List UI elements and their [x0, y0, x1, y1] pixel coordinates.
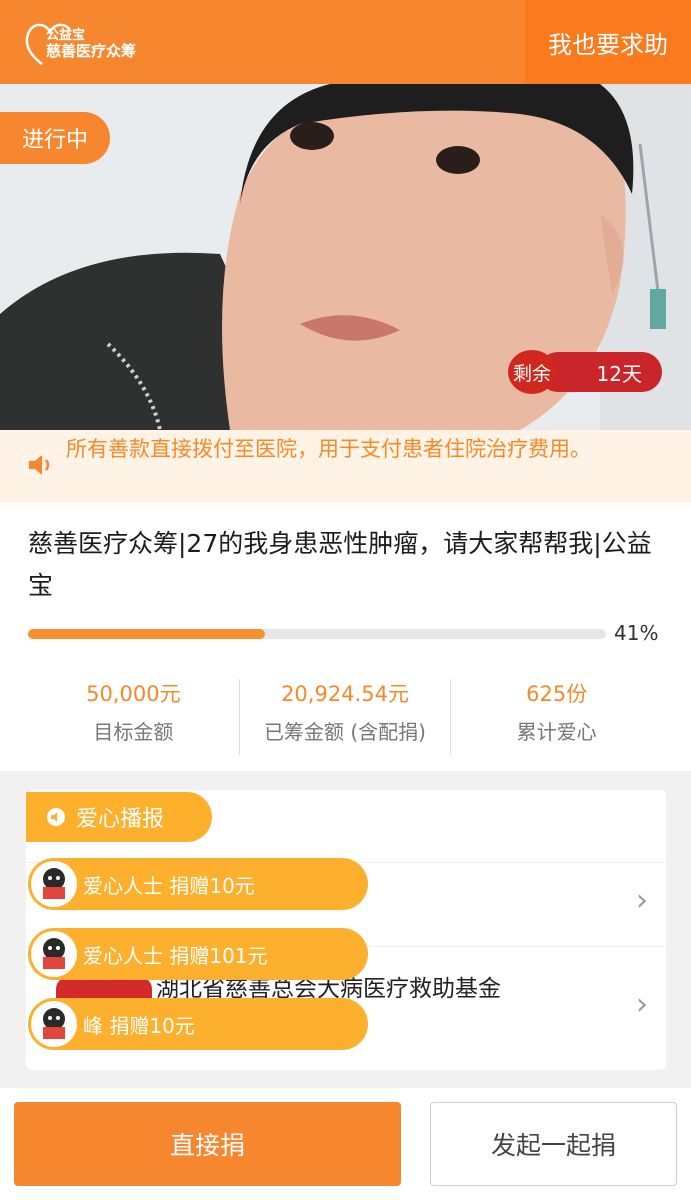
header: 公益宝 慈善医疗众筹 我也要求助	[0, 0, 691, 84]
avatar	[31, 861, 77, 907]
donor-text: 爱心人士 捐赠101元	[83, 943, 268, 968]
stat-label: 已筹金额 (含配捐)	[264, 720, 426, 744]
remaining-label: 剩余	[508, 350, 556, 394]
progress-fill	[28, 629, 265, 639]
campaign-info: 慈善医疗众筹|27的我身患恶性肿瘤，请大家帮帮我|公益宝 41% 50,000元…	[0, 503, 691, 771]
chevron-right-icon: ›	[636, 883, 648, 918]
logo[interactable]: 公益宝 慈善医疗众筹	[24, 18, 137, 68]
progress-bar	[28, 629, 606, 639]
donor-text: 爱心人士 捐赠10元	[83, 873, 255, 898]
stat-label: 累计爱心	[516, 720, 597, 744]
stats-row: 50,000元 目标金额 20,924.54元 已筹金额 (含配捐) 625份 …	[28, 679, 662, 755]
donor-notification: 爱心人士 捐赠101元	[28, 928, 368, 980]
notice-text: 所有善款直接拨付至医院，用于支付患者住院治疗费用。	[66, 437, 591, 461]
donate-button[interactable]: 直接捐	[14, 1102, 401, 1186]
broadcast-tag: 爱心播报	[26, 792, 212, 842]
avatar	[31, 1001, 77, 1047]
start-group-donation-button[interactable]: 发起一起捐	[430, 1102, 677, 1186]
hero-photo: 进行中 剩余 12天	[0, 84, 691, 430]
avatar-icon	[43, 868, 65, 899]
broadcast-tag-label: 爱心播报	[76, 807, 165, 832]
days-remaining-badge: 剩余 12天	[508, 350, 662, 394]
stat-value: 50,000元	[86, 682, 181, 706]
notice-bar: 所有善款直接拨付至医院，用于支付患者住院治疗费用。	[0, 430, 691, 503]
chevron-right-icon: ›	[636, 987, 648, 1022]
avatar-icon	[43, 938, 65, 969]
stat-label: 目标金额	[93, 720, 174, 744]
logo-subtitle: 慈善医疗众筹	[46, 42, 137, 60]
status-badge: 进行中	[0, 112, 110, 164]
stat-raised: 20,924.54元 已筹金额 (含配捐)	[238, 679, 451, 755]
donor-notification: 峰 捐赠10元	[28, 998, 368, 1050]
request-help-button[interactable]: 我也要求助	[525, 0, 691, 84]
stat-value: 20,924.54元	[281, 682, 409, 706]
remaining-days: 12天	[538, 352, 662, 392]
speaker-icon	[47, 808, 65, 826]
donor-text: 峰 捐赠10元	[83, 1013, 195, 1038]
stat-donations: 625份 累计爱心	[450, 679, 662, 755]
bottom-action-bar: 直接捐 发起一起捐	[0, 1088, 691, 1200]
avatar-icon	[43, 1008, 65, 1039]
avatar	[31, 931, 77, 977]
progress-percent: 41%	[614, 621, 659, 645]
campaign-title: 慈善医疗众筹|27的我身患恶性肿瘤，请大家帮帮我|公益宝	[28, 529, 652, 600]
stat-target: 50,000元 目标金额	[28, 679, 239, 755]
stat-value: 625份	[526, 682, 588, 706]
donor-notification: 爱心人士 捐赠10元	[28, 858, 368, 910]
speaker-icon	[29, 455, 50, 475]
